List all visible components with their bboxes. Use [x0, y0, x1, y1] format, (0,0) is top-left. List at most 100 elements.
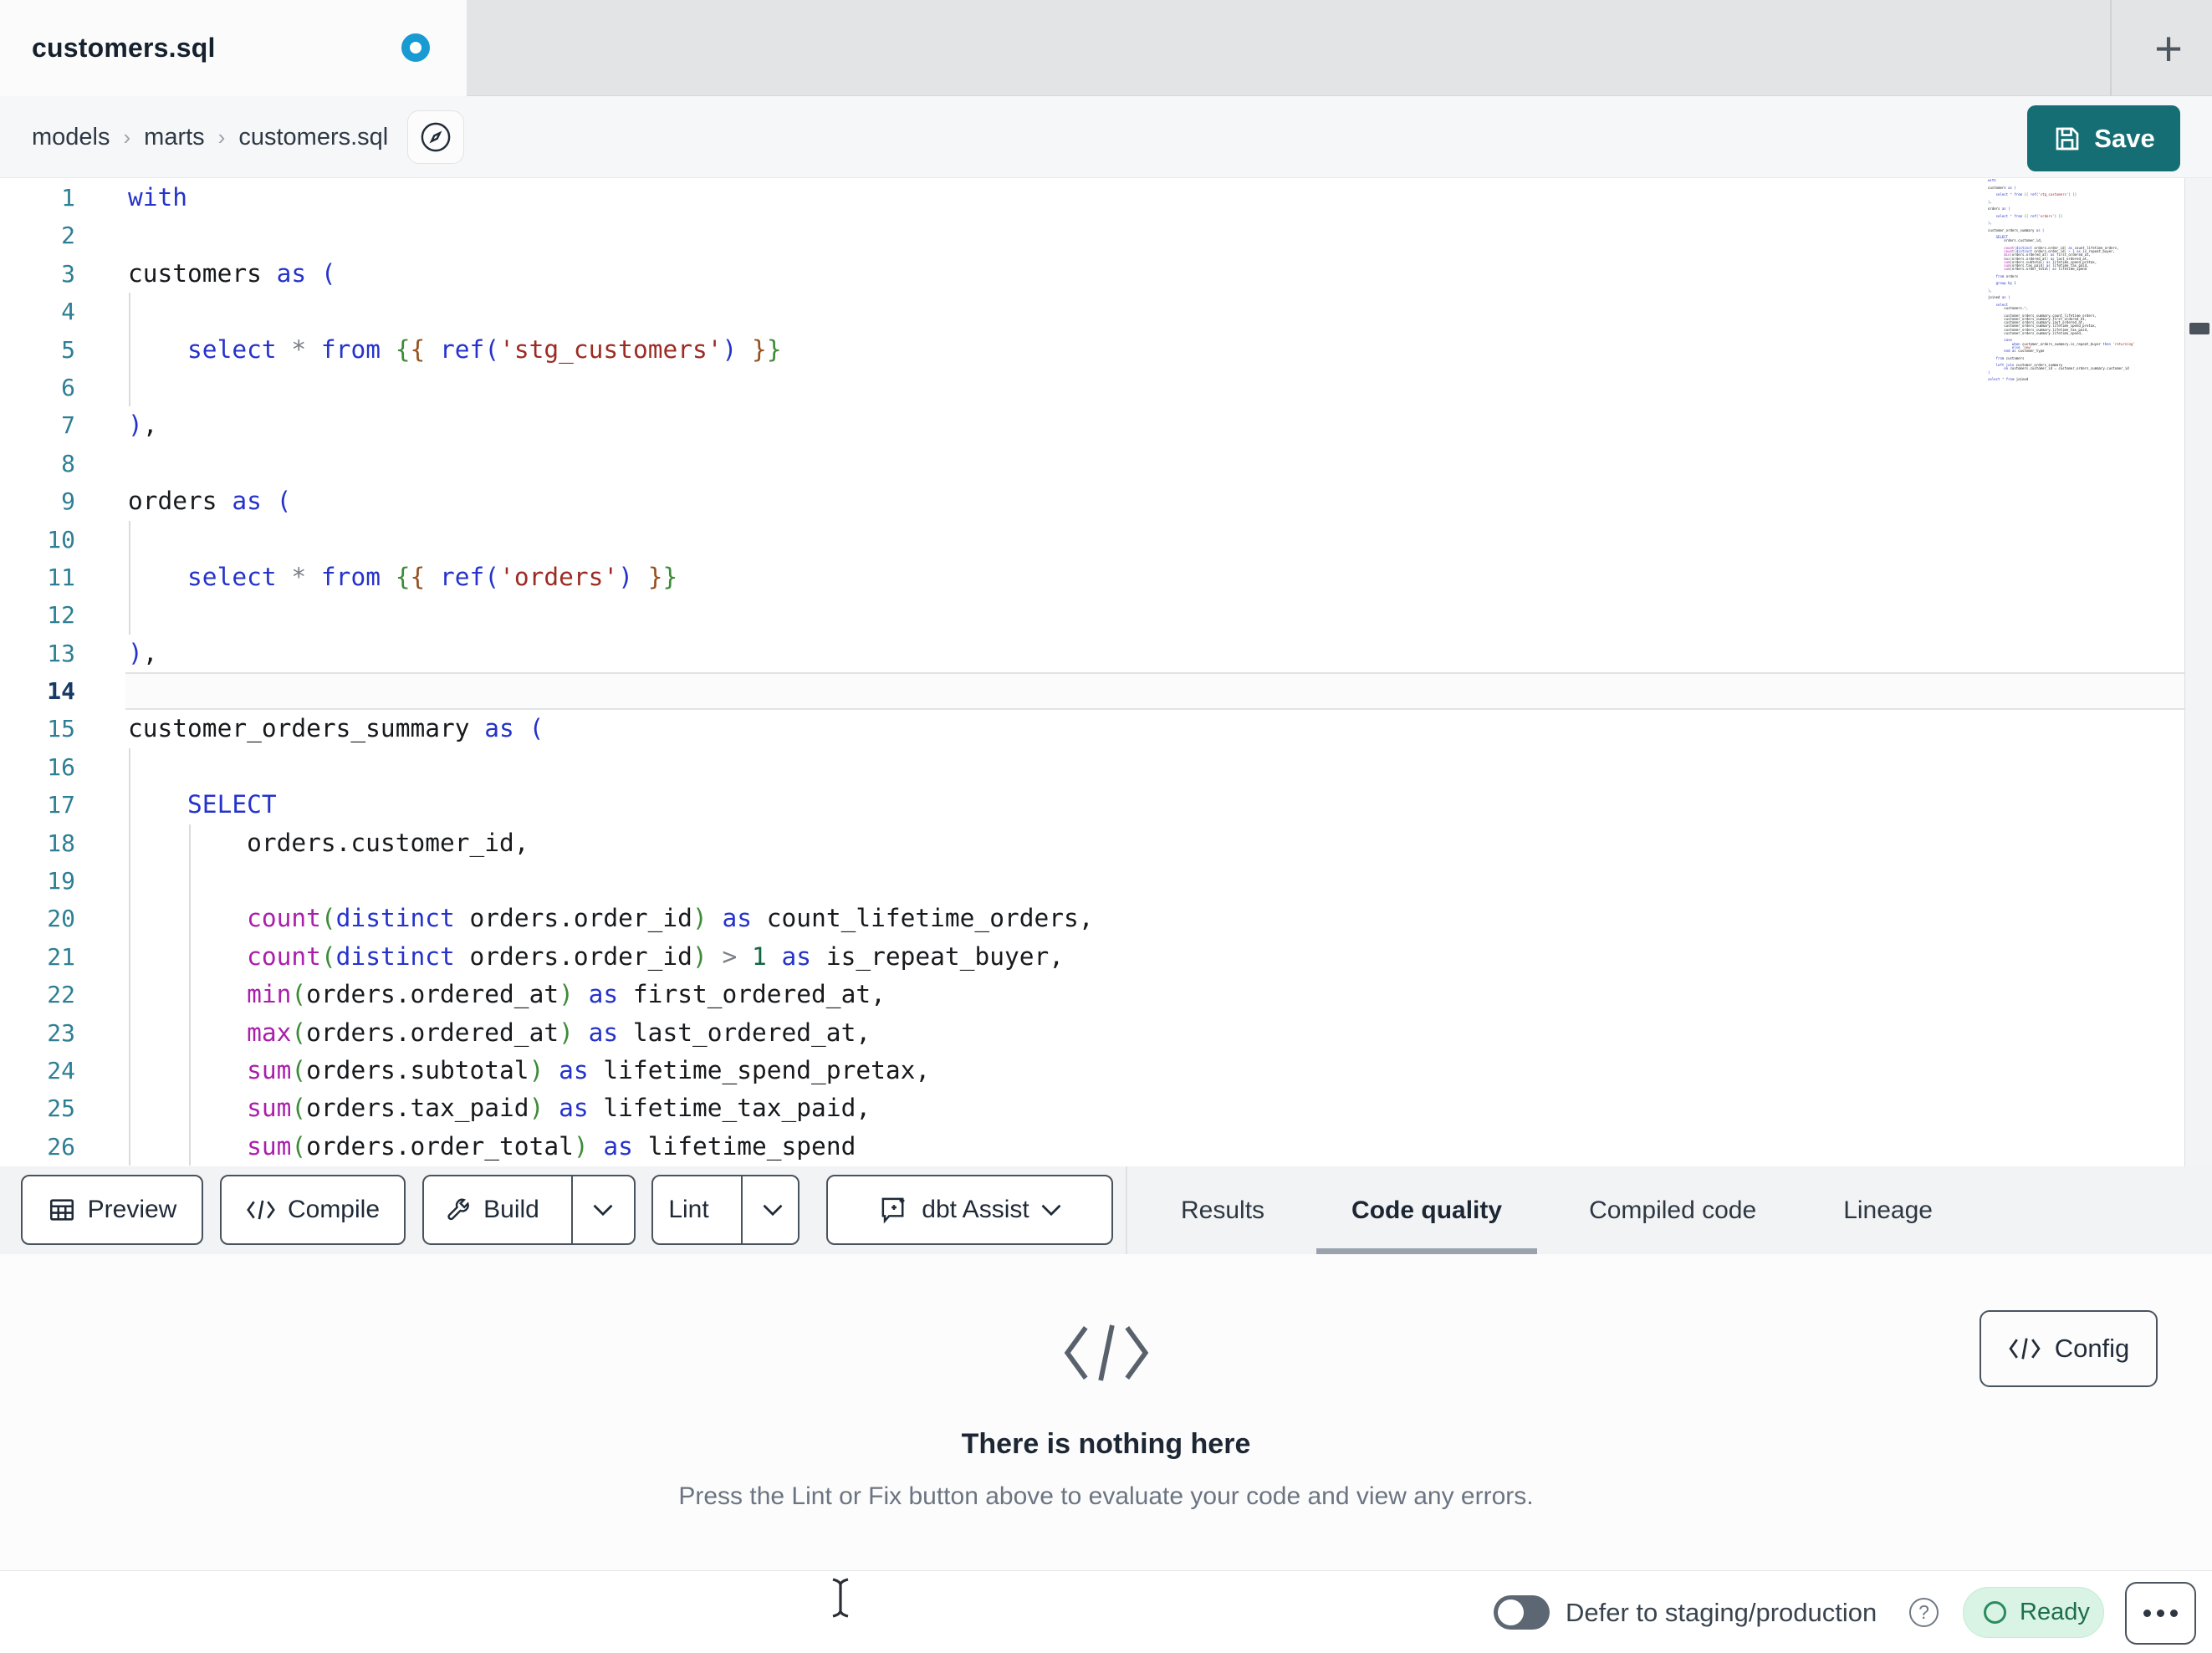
code-line[interactable]: 8 — [0, 445, 2184, 482]
code-lines: 1 with 2 3 customers as (4 5 select * from {{… — [0, 179, 2184, 1166]
lint-button[interactable]: Lint — [648, 1176, 728, 1243]
line-number: 11 — [47, 563, 75, 591]
tab-title: customers.sql — [32, 33, 216, 63]
tab-code-quality[interactable]: Code quality — [1308, 1166, 1545, 1254]
build-button[interactable]: Build — [425, 1176, 559, 1243]
indent-guide — [129, 1051, 130, 1090]
compile-button[interactable]: Compile — [220, 1175, 406, 1245]
config-button[interactable]: Config — [1980, 1310, 2158, 1387]
code-line[interactable]: 25 sum(orders.tax_paid) as lifetime_tax_… — [0, 1089, 2184, 1128]
editor-scrollbar-thumb[interactable] — [2189, 323, 2209, 334]
minimap-line: select * from joined — [1988, 377, 2029, 381]
code-line[interactable]: 5 select * from {{ ref('stg_customers') … — [0, 330, 2184, 369]
indent-guide — [129, 330, 130, 369]
indent-guide — [129, 1089, 130, 1128]
indent-guide — [129, 596, 130, 635]
code-line[interactable]: 19 — [0, 862, 2184, 900]
code-line[interactable]: 23 max(orders.ordered_at) as last_ordere… — [0, 1013, 2184, 1052]
save-button[interactable]: Save — [2027, 105, 2180, 171]
code-line[interactable]: 3 customers as ( — [0, 255, 2184, 293]
tab-customers-sql[interactable]: customers.sql — [0, 0, 467, 96]
code-content: sum(orders.tax_paid) as lifetime_tax_pai… — [125, 1089, 2184, 1128]
code-token: ) — [618, 562, 633, 591]
code-line[interactable]: 7), — [0, 406, 2184, 444]
code-line[interactable]: 17 SELECT — [0, 786, 2184, 824]
question-glyph: ? — [1918, 1601, 1929, 1623]
code-line[interactable]: 6 — [0, 368, 2184, 407]
code-token: , — [142, 638, 158, 667]
minimap[interactable]: with customers as ( select * from {{ ref(… — [1988, 179, 2184, 413]
code-token: ( — [291, 1055, 307, 1084]
code-line[interactable]: 15 customer_orders_summary as ( — [0, 710, 2184, 747]
code-editor[interactable]: 1 with 2 3 customers as (4 5 select * from {{… — [0, 178, 2212, 1166]
code-line[interactable]: 26 sum(orders.order_total) as lifetime_s… — [0, 1127, 2184, 1166]
code-token: ( — [484, 334, 500, 364]
empty-state-subtitle: Press the Lint or Fix button above to ev… — [678, 1482, 1534, 1510]
code-content: ), — [125, 635, 2184, 672]
code-line[interactable]: 2 — [0, 217, 2184, 254]
code-line[interactable]: 18 orders.customer_id, — [0, 824, 2184, 863]
code-line[interactable]: 20 count(distinct orders.order_id) as co… — [0, 900, 2184, 938]
code-token: sum — [247, 1055, 292, 1084]
lineage-compass-button[interactable] — [407, 110, 464, 164]
code-line[interactable]: 14 — [0, 672, 2184, 711]
tabbar-divider — [2110, 0, 2112, 96]
code-line[interactable]: 4 — [0, 293, 2184, 331]
help-icon[interactable]: ? — [1909, 1598, 1939, 1627]
tab-results[interactable]: Results — [1137, 1166, 1308, 1254]
tab-compiled-code[interactable]: Compiled code — [1545, 1166, 1800, 1254]
code-line[interactable]: 9 orders as ( — [0, 482, 2184, 520]
line-number: 1 — [61, 184, 75, 212]
code-token: orders.customer_id — [247, 828, 514, 857]
code-line[interactable]: 12 — [0, 596, 2184, 635]
code-line[interactable]: 16 — [0, 747, 2184, 787]
code-token: } — [662, 562, 678, 591]
lint-split-button: Lint — [651, 1175, 799, 1245]
breadcrumb-item-marts[interactable]: marts — [144, 124, 205, 151]
code-line[interactable]: 11 select * from {{ ref('orders') }} — [0, 558, 2184, 597]
code-line[interactable]: 24 sum(orders.subtotal) as lifetime_spen… — [0, 1051, 2184, 1090]
code-line[interactable]: 13), — [0, 635, 2184, 672]
line-number: 6 — [61, 373, 75, 401]
code-token: ( — [484, 562, 500, 591]
code-content: orders as ( — [125, 482, 2184, 520]
new-tab-button[interactable]: + — [2135, 15, 2202, 82]
code-token: is_repeat_buyer — [825, 941, 1050, 971]
dbt-assist-button[interactable]: dbt Assist — [826, 1175, 1113, 1245]
indent-guide — [189, 1127, 191, 1166]
breadcrumb-item-models[interactable]: models — [32, 124, 110, 151]
line-number: 14 — [47, 677, 75, 706]
code-line[interactable]: 1 with — [0, 179, 2184, 217]
code-content: customer_orders_summary as ( — [125, 710, 2184, 747]
indent-guide — [129, 786, 130, 824]
more-options-button[interactable] — [2125, 1582, 2196, 1645]
lint-dropdown-button[interactable] — [740, 1176, 803, 1243]
code-line[interactable]: 10 — [0, 520, 2184, 559]
code-token: ( — [529, 714, 544, 743]
code-token: ref — [440, 562, 485, 591]
tab-lineage[interactable]: Lineage — [1800, 1166, 1976, 1254]
editor-scrollbar-track[interactable] — [2184, 178, 2212, 1166]
defer-toggle[interactable] — [1494, 1595, 1550, 1630]
preview-button[interactable]: Preview — [21, 1175, 203, 1245]
ready-status-badge[interactable]: Ready — [1963, 1587, 2104, 1638]
line-number: 24 — [47, 1056, 75, 1084]
code-line[interactable]: 22 min(orders.ordered_at) as first_order… — [0, 976, 2184, 1014]
code-token: select — [187, 334, 277, 364]
build-dropdown-button[interactable] — [570, 1176, 633, 1243]
code-content — [125, 747, 2184, 787]
breadcrumb-row: models › marts › customers.sql Save — [0, 96, 2212, 178]
code-line[interactable]: 21 count(distinct orders.order_id) > 1 a… — [0, 937, 2184, 977]
